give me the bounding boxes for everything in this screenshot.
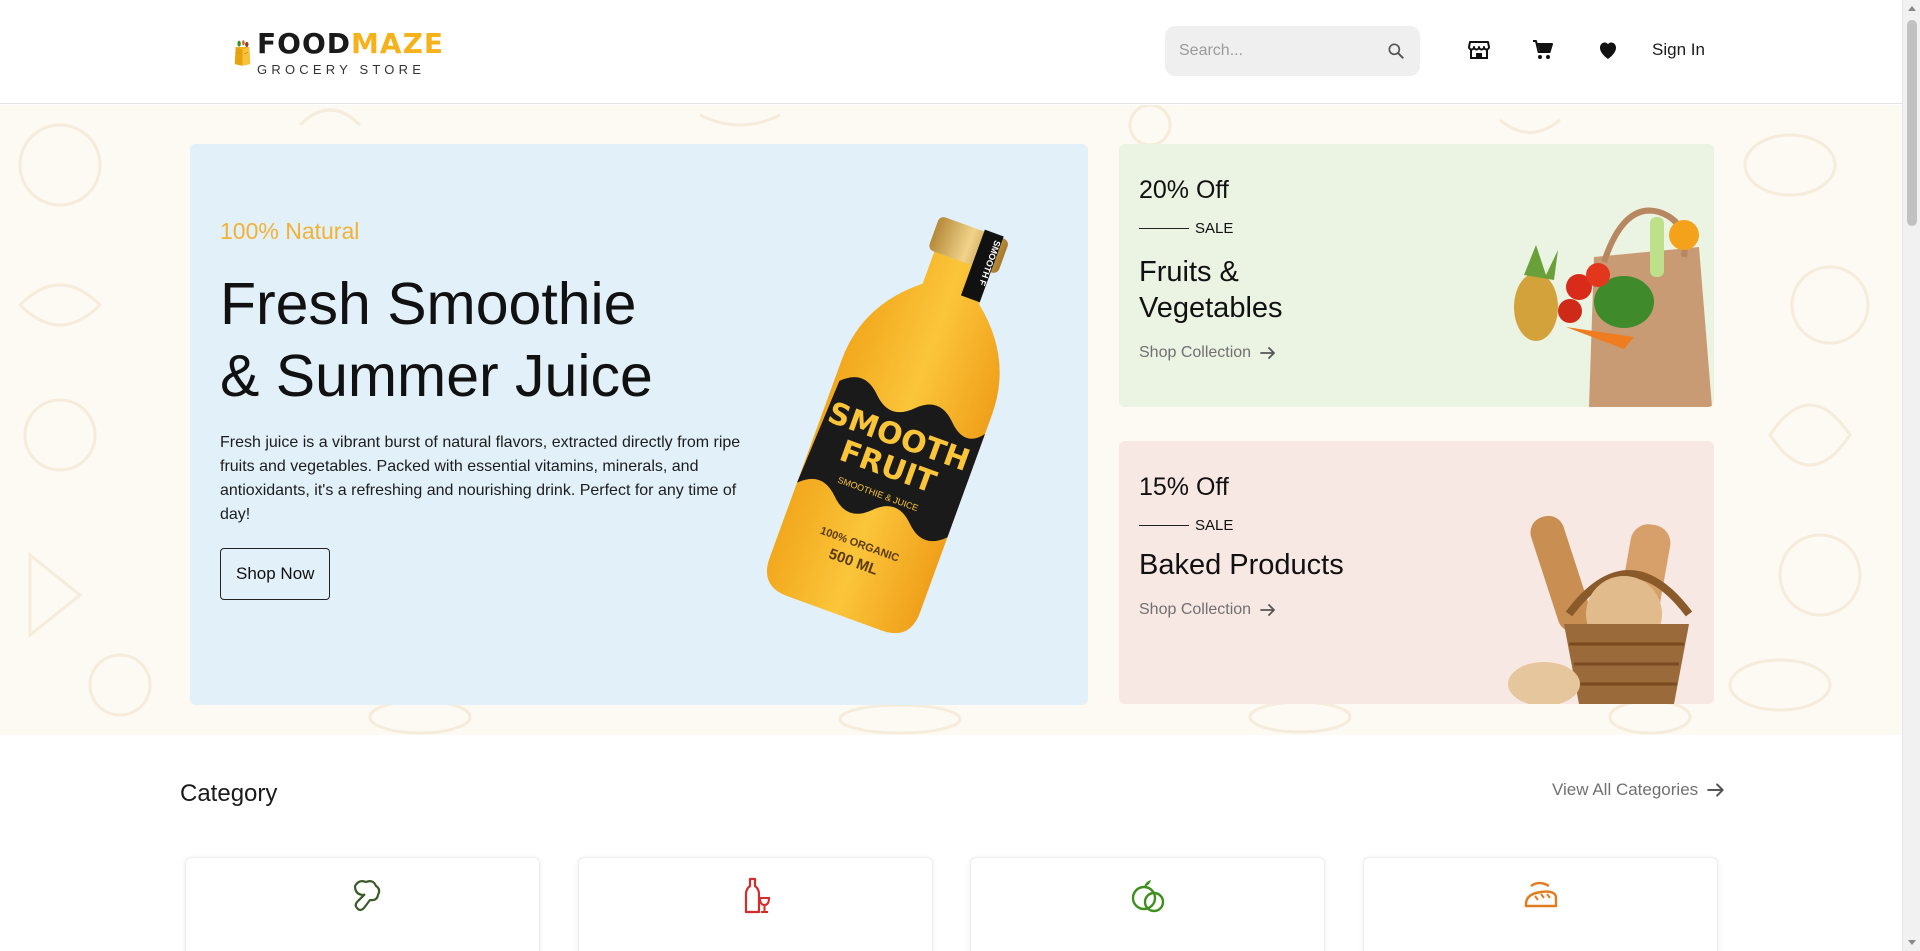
heart-icon[interactable]: [1594, 36, 1622, 64]
category-card-fruits[interactable]: [970, 857, 1325, 951]
store-icon[interactable]: [1465, 36, 1493, 64]
promo-card-baked-products[interactable]: 15% Off SALE Baked Products Shop Collect…: [1119, 441, 1714, 704]
shop-collection-link[interactable]: Shop Collection: [1139, 601, 1277, 619]
shop-collection-label: Shop Collection: [1139, 344, 1252, 361]
arrow-right-icon: [1260, 604, 1275, 616]
scroll-up-arrow[interactable]: [1908, 6, 1916, 11]
search-box: [1165, 26, 1420, 76]
broccoli-icon: [353, 880, 380, 912]
promo-sale-label: SALE: [1139, 220, 1233, 237]
category-card-beverages[interactable]: [578, 857, 933, 951]
promo-card-fruits-vegetables[interactable]: 20% Off SALE Fruits & Vegetables Shop Co…: [1119, 144, 1714, 407]
arrow-right-icon: [1707, 783, 1724, 797]
scroll-down-arrow[interactable]: [1908, 940, 1916, 945]
search-input[interactable]: [1179, 42, 1386, 60]
logo-title-part2: MAZE: [351, 27, 444, 60]
hero-description: Fresh juice is a vibrant burst of natura…: [220, 434, 741, 523]
logo-title-part1: FOOD: [257, 27, 352, 60]
logo[interactable]: FOODMAZE GROCERY STORE: [234, 20, 444, 86]
wine-bottle-icon: [744, 877, 770, 914]
site-header: FOODMAZE GROCERY STORE Sign In: [0, 0, 1902, 104]
scroll-thumb[interactable]: [1907, 20, 1917, 226]
promo-sale-label: SALE: [1139, 517, 1233, 534]
shop-collection-label: Shop Collection: [1139, 601, 1252, 618]
hero-title: Fresh Smoothie & Summer Juice: [220, 268, 653, 412]
category-card-bakery[interactable]: [1363, 857, 1718, 951]
category-card-vegetables[interactable]: [185, 857, 540, 951]
juice-bottle-image: SMOOTH F SMOOTH FRUIT SMOOTHIE & JUICE 1…: [766, 217, 1008, 634]
page-scrollbar[interactable]: [1902, 0, 1920, 951]
hero-title-line1: Fresh Smoothie: [220, 271, 637, 337]
logo-title: FOODMAZE: [257, 29, 444, 59]
logo-subtitle: GROCERY STORE: [257, 62, 426, 77]
vegetable-bag-image: [1514, 207, 1712, 407]
view-all-categories-label: View All Categories: [1552, 780, 1699, 799]
shop-now-button[interactable]: Shop Now: [220, 548, 331, 600]
cart-icon[interactable]: [1529, 36, 1557, 64]
promo-discount: 20% Off: [1139, 176, 1229, 204]
arrow-right-icon: [1260, 347, 1275, 359]
promo-discount: 15% Off: [1139, 473, 1229, 501]
bread-icon: [1524, 881, 1557, 908]
apple-icon: [1131, 880, 1164, 913]
search-icon[interactable]: [1386, 40, 1406, 62]
hero-title-line2: & Summer Juice: [220, 343, 653, 409]
hero-banner: 100% Natural Fresh Smoothie & Summer Jui…: [190, 144, 1088, 705]
grocery-bag-logo-icon: [234, 40, 251, 66]
category-heading: Category: [180, 780, 278, 807]
view-all-categories-link[interactable]: View All Categories: [1552, 780, 1726, 800]
sign-in-link[interactable]: Sign In: [1652, 40, 1705, 60]
promo-title: Fruits & Vegetables: [1139, 256, 1283, 324]
promo-title: Baked Products: [1139, 549, 1344, 581]
hero-kicker: 100% Natural: [220, 218, 360, 244]
shop-collection-link[interactable]: Shop Collection: [1139, 344, 1277, 362]
bread-basket-image: [1508, 515, 1693, 704]
